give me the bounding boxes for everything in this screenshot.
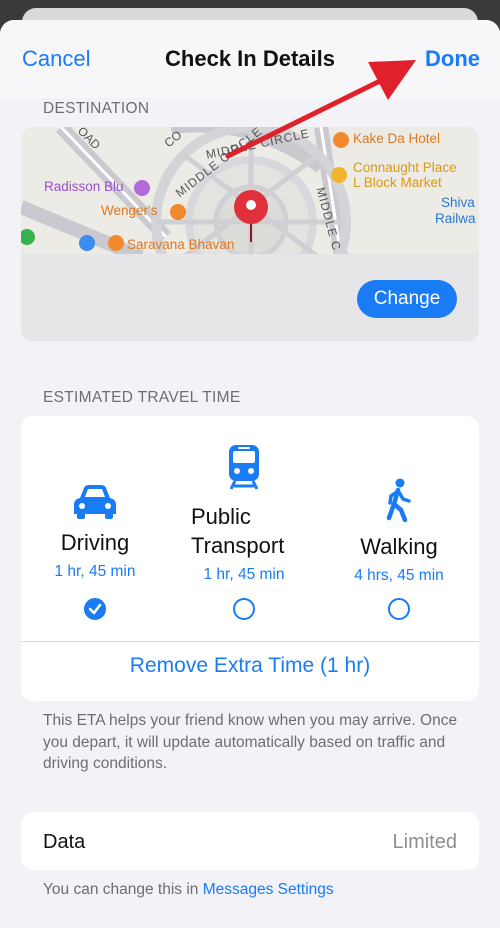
mode-name: Driving — [60, 530, 130, 555]
mode-time: 1 hr, 45 min — [54, 563, 136, 580]
walking-radio[interactable] — [388, 598, 410, 620]
travel-mode-public-transport[interactable]: Public Transport 1 hr, 45 min — [181, 444, 307, 584]
divider — [21, 641, 479, 642]
restaurant-icon — [333, 132, 349, 148]
restaurant-icon — [108, 235, 124, 251]
data-label: Data — [43, 831, 86, 853]
map-poi-label: Wenger's — [101, 203, 158, 218]
walking-icon — [386, 478, 411, 522]
bus-icon — [79, 235, 95, 251]
map-poi-label: L Block Market — [353, 175, 442, 190]
messages-settings-link[interactable]: Messages Settings — [203, 881, 334, 898]
mode-name: Public Transport — [181, 502, 307, 560]
travel-mode-driving[interactable]: Driving 1 hr, 45 min — [35, 484, 155, 581]
remove-extra-time-button[interactable]: Remove Extra Time (1 hr) — [21, 654, 479, 678]
hotel-icon — [134, 180, 150, 196]
checkmark-icon — [88, 603, 102, 615]
data-footnote-text: You can change this in — [43, 881, 203, 898]
destination-map[interactable]: OAD CO MIDDLE CIRCLE MIDDLE CIRCLE MIDDL… — [21, 127, 479, 341]
map-poi-label: Connaught Place — [353, 160, 457, 175]
map-poi-label: Saravana Bhavan — [127, 237, 235, 252]
navigation-bar: Cancel Check In Details Done — [0, 20, 500, 98]
car-icon — [74, 485, 116, 519]
restaurant-icon — [170, 204, 186, 220]
travel-mode-walking[interactable]: Walking 4 hrs, 45 min — [339, 478, 459, 585]
eta-footnote: This ETA helps your friend know when you… — [43, 712, 458, 772]
mode-name: Walking — [360, 534, 438, 559]
train-icon — [229, 445, 259, 490]
mode-name-line: Public — [191, 504, 251, 529]
change-destination-button[interactable]: Change — [357, 280, 457, 318]
travel-mode-card: Driving 1 hr, 45 min Public Transport 1 … — [21, 416, 479, 701]
public-transport-radio[interactable] — [233, 598, 255, 620]
map-poi-label: Radisson Blu — [44, 179, 124, 194]
mode-name-line: Transport — [191, 533, 285, 558]
mode-time: 4 hrs, 45 min — [354, 567, 444, 584]
mode-time: 1 hr, 45 min — [203, 566, 285, 583]
travel-time-header: ESTIMATED TRAVEL TIME — [43, 389, 241, 406]
destination-header: DESTINATION — [43, 100, 150, 117]
map-poi-label: Railwa — [435, 211, 476, 226]
map-poi-label: Kake Da Hotel — [353, 131, 441, 146]
shopping-icon — [331, 167, 347, 183]
data-setting-row[interactable]: Data Limited — [21, 812, 479, 870]
check-in-details-sheet: Cancel Check In Details Done DESTINATION — [0, 20, 500, 928]
done-button[interactable]: Done — [425, 46, 480, 72]
driving-radio[interactable] — [84, 598, 106, 620]
data-footnote: You can change this in Messages Settings — [43, 879, 463, 901]
map-poi-label: Shiva — [441, 195, 475, 210]
data-value: Limited — [392, 831, 457, 853]
